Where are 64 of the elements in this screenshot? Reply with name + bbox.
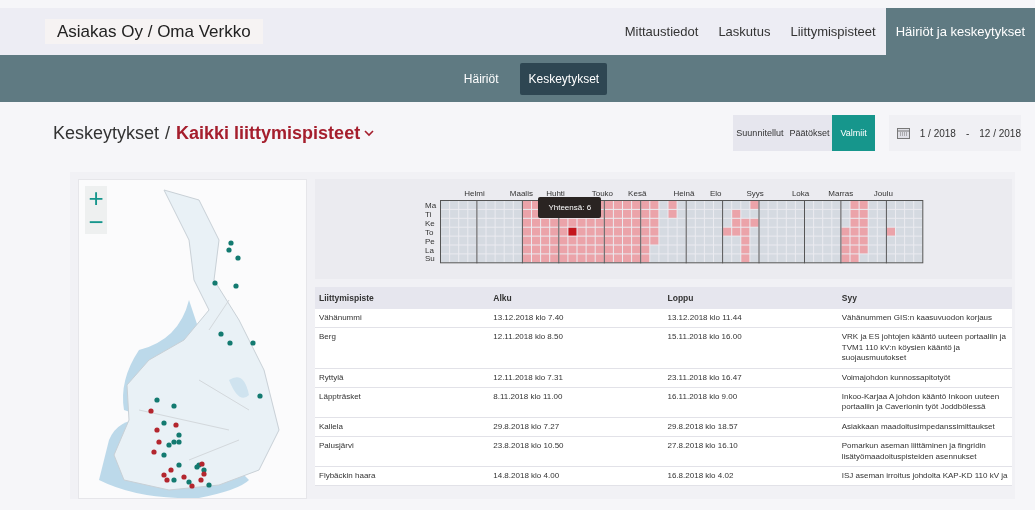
month-label: Kesä bbox=[628, 189, 647, 198]
month-label: Huhti bbox=[546, 189, 565, 198]
date-to: 12 / 2018 bbox=[979, 127, 1021, 139]
tooltip: Yhteensä: 6 bbox=[538, 196, 602, 218]
month-label: Loka bbox=[791, 189, 810, 198]
weekday-label: Su bbox=[425, 254, 435, 264]
weekday-label: Ti bbox=[425, 209, 432, 219]
table-cell: Inkoo-Karjaa A johdon kääntö Inkoon uuteen portaaliin ja Caverionin työt Joddbölessä bbox=[837, 387, 1012, 418]
sub-tab[interactable]: Keskeytykset bbox=[520, 62, 608, 95]
month-label: Elo bbox=[710, 189, 722, 198]
table-cell: Pomarkun aseman liittäminen ja fingridin lisätyömaadoituspisteiden asennukset bbox=[837, 436, 1012, 467]
month-label: Touko bbox=[591, 189, 614, 198]
month-label: Heinä bbox=[673, 189, 695, 198]
table-cell: 12.11.2018 klo 8.50 bbox=[489, 327, 664, 369]
table-cell: Vähänummen GIS:n kaasuvuodon korjaus bbox=[837, 309, 1012, 328]
table-cell: 23.8.2018 klo 10.50 bbox=[489, 436, 664, 467]
calendar-icon bbox=[896, 127, 910, 139]
table-cell: 13.12.2018 klo 11.44 bbox=[663, 309, 838, 328]
weekday-label: La bbox=[425, 245, 434, 255]
column-header: Loppu bbox=[663, 287, 838, 309]
month-label: Helmi bbox=[464, 189, 485, 198]
breadcrumb-separator: / bbox=[165, 122, 171, 144]
table-cell: 8.11.2018 klo 11.00 bbox=[489, 387, 664, 418]
table-cell: Vähänummi bbox=[315, 309, 490, 328]
table-cell: Flybäckin haara bbox=[315, 466, 490, 486]
month-label: Syys bbox=[746, 189, 764, 198]
table-cell: 14.8.2018 klo 4.00 bbox=[489, 466, 664, 486]
nav-tab[interactable]: Laskutus bbox=[708, 8, 781, 55]
weekday-label: Pe bbox=[425, 236, 435, 246]
month-label: Joulu bbox=[873, 189, 893, 198]
app-title: Asiakas Oy / Oma Verkko bbox=[45, 19, 263, 44]
nav-tab[interactable]: Mittaustiedot bbox=[614, 8, 709, 55]
filter-tab[interactable]: Valmiit bbox=[832, 115, 875, 151]
weekday-label: To bbox=[425, 227, 434, 237]
table-cell: Ryttylä bbox=[315, 368, 490, 388]
table-cell: 13.12.2018 klo 7.40 bbox=[489, 309, 664, 328]
month-label: Marras bbox=[828, 189, 854, 198]
table-cell: 15.11.2018 klo 16.00 bbox=[663, 327, 838, 369]
table-cell: 12.11.2018 klo 7.31 bbox=[489, 368, 664, 388]
date-range-field[interactable]: 1 / 2018 - 12 / 2018 bbox=[888, 115, 1021, 151]
table-cell: Palusjärvi bbox=[315, 436, 490, 467]
table-cell: Läppträsket bbox=[315, 387, 490, 418]
sub-tab[interactable]: Häiriöt bbox=[455, 62, 507, 95]
nav-tab[interactable]: Liittymispisteet bbox=[780, 8, 886, 55]
scope-dropdown[interactable]: Kaikki liittymispisteet bbox=[176, 122, 375, 144]
date-dash: - bbox=[965, 127, 970, 139]
table-cell: 27.8.2018 klo 16.10 bbox=[663, 436, 838, 467]
date-from: 1 / 2018 bbox=[919, 127, 956, 139]
filter-tab[interactable]: Päätökset bbox=[786, 115, 833, 151]
month-label: Maalis bbox=[509, 189, 533, 198]
filter-tab[interactable]: Suunnitellut bbox=[733, 115, 787, 151]
table-cell: 29.8.2018 klo 7.27 bbox=[489, 417, 664, 437]
column-header: Liittymispiste bbox=[315, 287, 490, 309]
weekday-label: Ke bbox=[425, 218, 435, 228]
table-cell: VRK ja ES johtojen kääntö uuteen portaaliin ja TVM1 110 kV:n köysien kääntö ja suojausmuutokset bbox=[837, 327, 1012, 369]
table-cell: Kallela bbox=[315, 417, 490, 437]
weekday-label: Ma bbox=[425, 201, 437, 210]
table-cell: 16.11.2018 klo 9.00 bbox=[663, 387, 838, 418]
page-title: Keskeytykset bbox=[53, 122, 160, 144]
chevron-down-icon bbox=[364, 129, 375, 137]
column-header: Alku bbox=[489, 287, 664, 309]
nav-tab[interactable]: Häiriöt ja keskeytykset bbox=[885, 8, 1035, 55]
table-cell: Berg bbox=[315, 327, 490, 369]
column-header: Syy bbox=[837, 287, 1012, 309]
